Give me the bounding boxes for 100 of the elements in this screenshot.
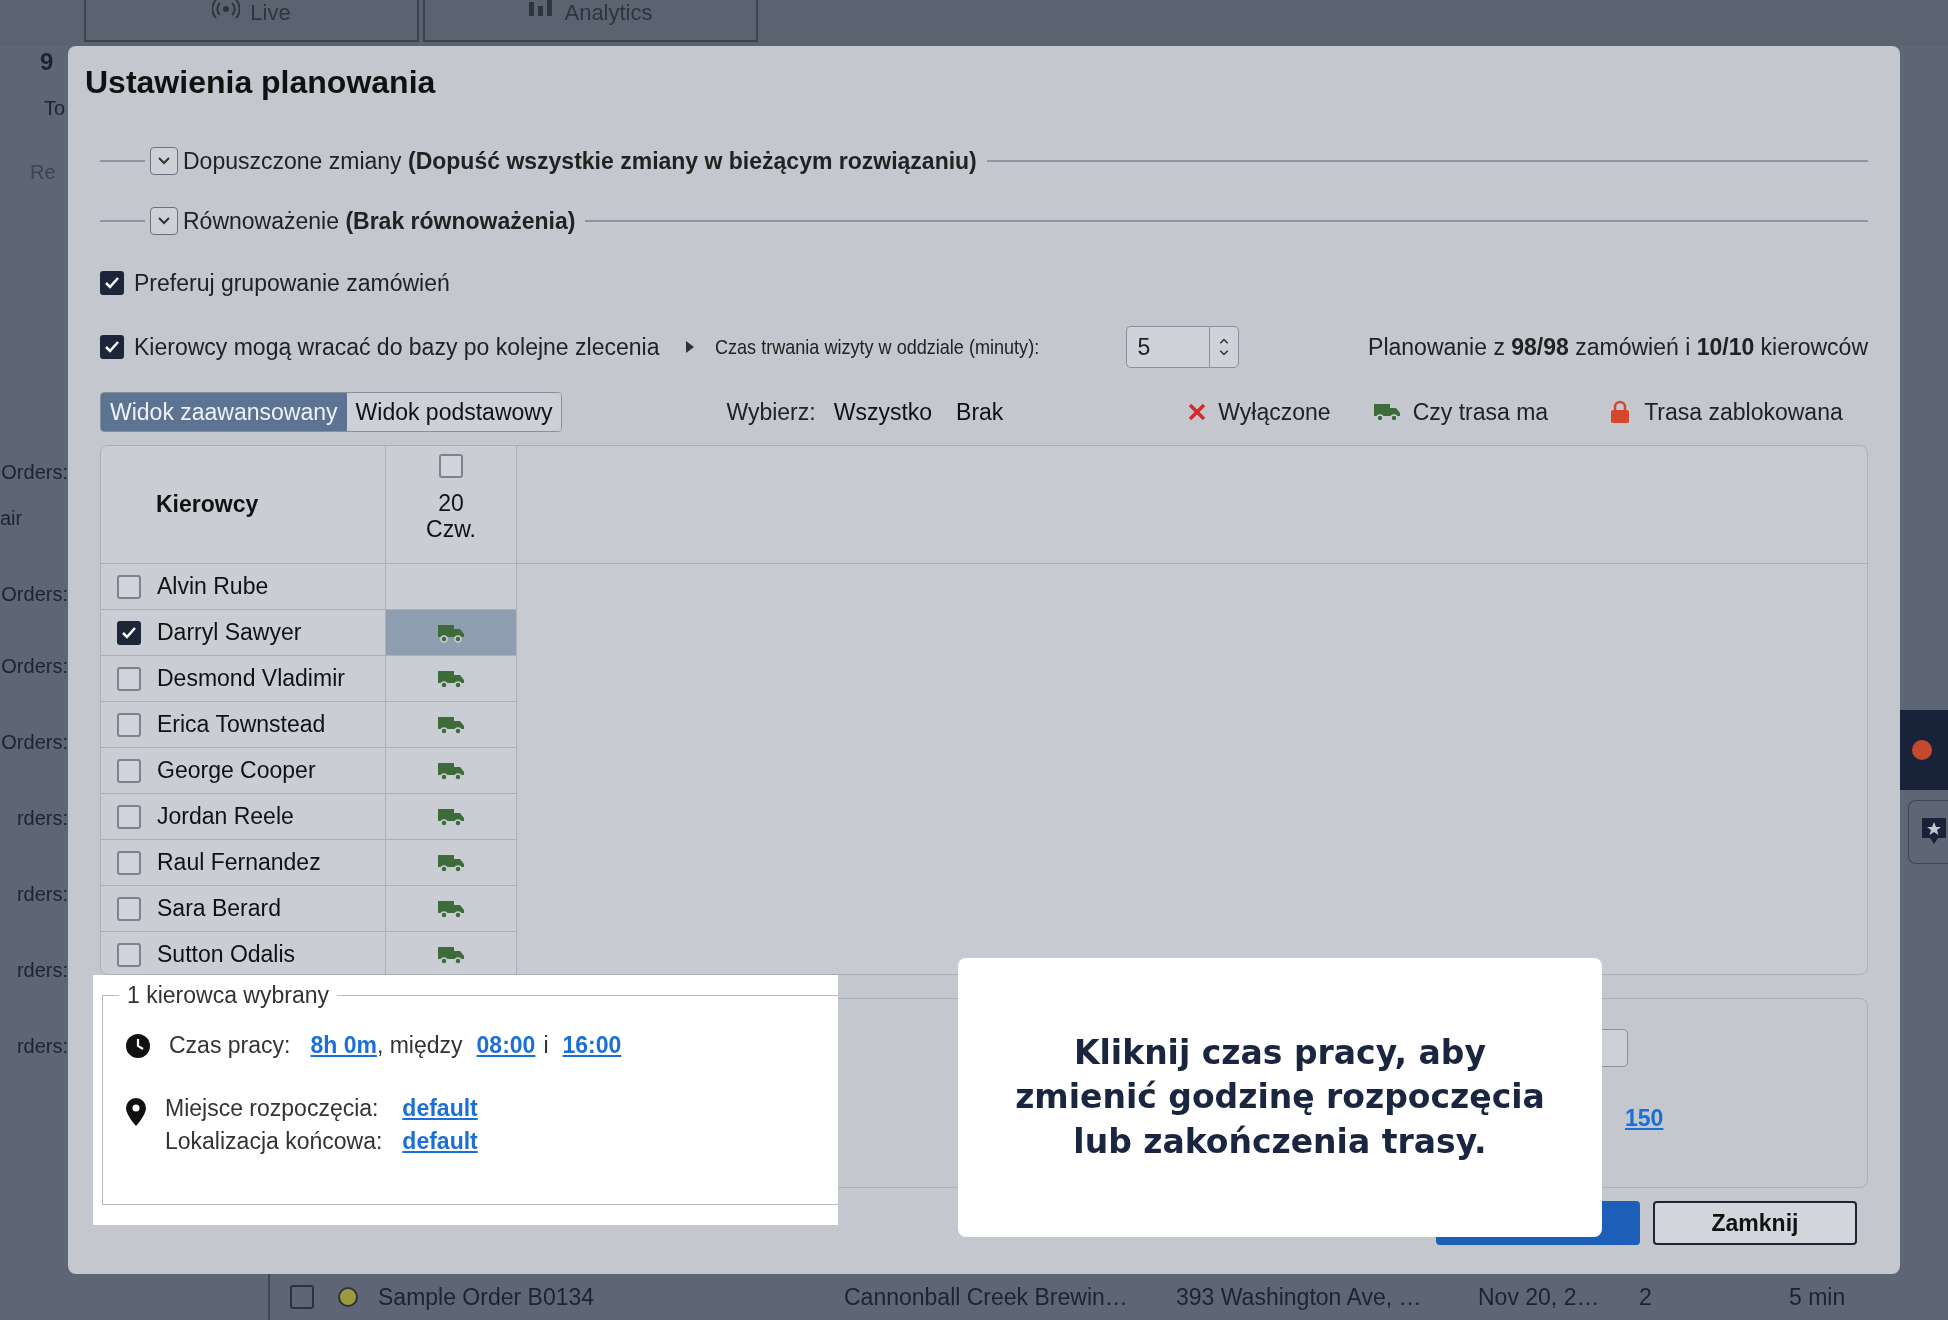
summary-count: 9 <box>39 47 55 76</box>
panel-legend: 1 kierowca wybrany <box>119 982 337 1009</box>
checkbox[interactable] <box>117 896 141 921</box>
driver-cell[interactable]: Sutton Odalis <box>101 932 386 974</box>
driver-cell[interactable]: Darryl Sawyer <box>101 610 386 656</box>
check-icon <box>104 340 120 354</box>
driver-cell[interactable]: Raul Fernandez <box>101 840 386 886</box>
checkbox[interactable] <box>117 574 141 599</box>
orders-label: rders: <box>15 882 68 906</box>
dialog-title: Ustawienia planowania <box>85 64 437 101</box>
field-label: Czas pracy: <box>169 1032 291 1059</box>
status-dot-icon <box>1912 740 1932 760</box>
table-cell-text: Nov 20, 2… <box>1478 1283 1601 1311</box>
table-cell-text: 5 min <box>1789 1283 1847 1311</box>
orders-label: Orders: <box>0 654 68 678</box>
favorite-button[interactable] <box>1908 800 1948 864</box>
option-label: Kierowcy mogą wracać do bazy po kolejne zlecenia <box>134 333 660 361</box>
table-cell-text: 2 <box>1639 1283 1653 1311</box>
checkbox[interactable] <box>117 850 141 875</box>
driver-cell[interactable]: Sara Berard <box>101 886 386 932</box>
driver-cell[interactable]: Erica Townstead <box>101 702 386 748</box>
field-label: Miejsce rozpoczęcia: <box>165 1095 380 1122</box>
route-cell[interactable] <box>386 748 517 794</box>
location-link[interactable]: default <box>402 1095 478 1122</box>
close-button[interactable]: Zamknij <box>1653 1201 1857 1245</box>
checkbox[interactable] <box>117 942 141 967</box>
route-cell[interactable] <box>386 656 517 702</box>
driver-cell[interactable]: Jordan Reele <box>101 794 386 840</box>
route-cell[interactable] <box>386 840 517 886</box>
route-cell[interactable] <box>386 564 517 610</box>
route-cell[interactable] <box>386 702 517 748</box>
time-link[interactable]: 8h 0m <box>310 1032 377 1059</box>
tooltip-text: Kliknij czas pracy, aby zmienić godzinę rozpoczęcia lub zakończenia trasy. <box>1014 1031 1546 1163</box>
option-label: Preferuj grupowanie zamówień <box>134 269 450 297</box>
expand-arrow-icon[interactable] <box>685 340 696 354</box>
truck-icon <box>437 668 465 689</box>
column-header: Kierowcy <box>101 446 386 563</box>
route-cell[interactable] <box>386 794 517 840</box>
select-option[interactable]: Wszystko <box>833 398 933 426</box>
section-heading: Dopuszczone zmiany (Dopuść wszystkie zmiany w bieżącym rozwiązaniu) <box>183 147 977 175</box>
time-link[interactable]: 08:00 <box>476 1032 536 1059</box>
check-icon <box>104 276 120 290</box>
checkbox[interactable] <box>117 804 141 829</box>
legend-label: Trasa zablokowana <box>1644 398 1843 426</box>
order-note: air <box>0 506 24 530</box>
day-date: 20 <box>438 490 464 517</box>
checkbox[interactable] <box>100 335 124 359</box>
cross-icon <box>1188 403 1207 421</box>
legend-label: Wyłączone <box>1218 398 1331 426</box>
checkbox[interactable] <box>117 620 141 645</box>
driver-cell[interactable]: Desmond Vladimir <box>101 656 386 702</box>
legend-label: Czy trasa ma <box>1412 398 1549 426</box>
section-heading: Równoważenie (Brak równoważenia) <box>183 207 576 235</box>
planning-summary: Planowanie z 98/98 zamówień i 10/10 kierowców <box>1368 333 1868 361</box>
spinner-icon[interactable] <box>1209 326 1240 368</box>
bar-chart-icon <box>528 0 555 16</box>
view-tab[interactable]: Widok zaawansowany <box>101 393 347 431</box>
truck-icon <box>1372 402 1401 422</box>
view-tab[interactable]: Widok podstawowy <box>346 393 562 431</box>
chevron-button[interactable] <box>150 207 178 235</box>
select-label: Wybierz: <box>726 398 816 426</box>
driver-cell[interactable]: Alvin Rube <box>101 564 386 610</box>
table-cell-text: Cannonball Creek Brewin… <box>844 1283 1129 1311</box>
connector-text: i <box>543 1032 549 1059</box>
chevron-button[interactable] <box>150 147 178 175</box>
route-cell[interactable] <box>386 610 517 656</box>
broadcast-icon <box>212 0 241 18</box>
truck-icon <box>437 760 465 781</box>
truck-icon <box>437 622 465 643</box>
field-label: Lokalizacja końcowa: <box>165 1128 383 1155</box>
time-link[interactable]: 16:00 <box>562 1032 622 1059</box>
orders-label: rders: <box>15 958 68 982</box>
star-comment-icon <box>1921 818 1946 846</box>
orders-label: Orders: <box>0 460 68 484</box>
table-cell-text: 393 Washington Ave, … <box>1176 1283 1423 1311</box>
field-label: Czas trwania wizyty w oddziale (minuty): <box>715 335 1041 359</box>
orders-label: rders: <box>15 1034 68 1058</box>
summary-label: To <box>43 96 67 120</box>
checkbox[interactable] <box>117 666 141 691</box>
chevron-down-icon <box>157 156 171 166</box>
orders-label: Orders: <box>0 582 68 606</box>
checkbox[interactable] <box>117 712 141 737</box>
day-weekday: Czw. <box>426 516 476 543</box>
checkbox[interactable] <box>117 758 141 783</box>
orders-label: Orders: <box>0 730 68 754</box>
checkbox[interactable] <box>290 1285 314 1309</box>
clock-icon <box>125 1032 151 1059</box>
truck-icon <box>437 944 465 965</box>
truck-icon <box>437 852 465 873</box>
checkbox[interactable] <box>100 271 124 295</box>
driver-cell[interactable]: George Cooper <box>101 748 386 794</box>
route-cell[interactable] <box>386 886 517 932</box>
orders-label: rders: <box>15 806 68 830</box>
location-pin-icon <box>125 1097 147 1127</box>
table-cell-text: Sample Order B0134 <box>378 1283 596 1311</box>
checkbox[interactable] <box>439 454 463 478</box>
select-option[interactable]: Brak <box>956 398 1004 426</box>
number-field[interactable]: 5 <box>1126 326 1210 368</box>
chevron-down-icon <box>157 216 171 226</box>
location-link[interactable]: default <box>402 1128 478 1155</box>
